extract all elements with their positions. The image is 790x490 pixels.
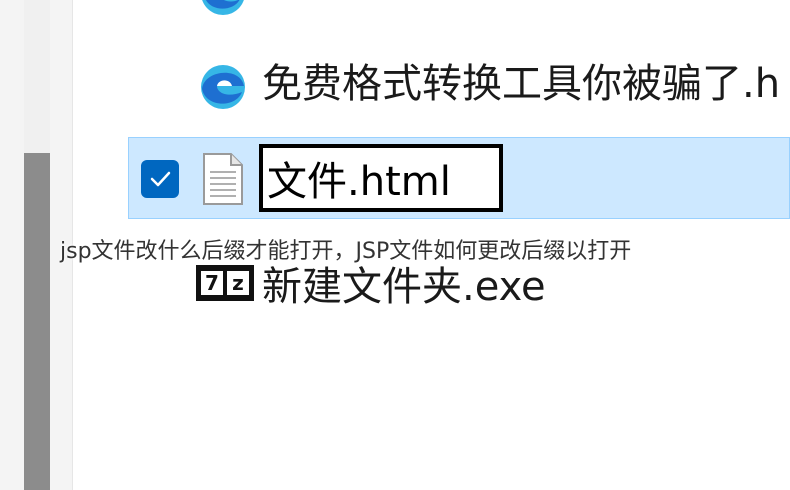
scrollbar-thumb[interactable] bbox=[24, 153, 50, 490]
file-row-selected[interactable] bbox=[128, 137, 790, 219]
text-document-icon bbox=[201, 152, 245, 206]
overlay-caption: jsp文件改什么后缀才能打开，JSP文件如何更改后缀以打开 bbox=[60, 239, 632, 264]
edge-browser-icon bbox=[198, 0, 248, 18]
7z-icon-seven: 7 bbox=[201, 271, 223, 295]
file-row-partial[interactable] bbox=[128, 0, 790, 30]
item-checkbox[interactable] bbox=[141, 160, 179, 198]
edge-browser-icon bbox=[198, 62, 248, 112]
checkmark-icon bbox=[150, 171, 171, 187]
7z-icon-z: z bbox=[227, 271, 249, 295]
7z-archive-icon: 7 z bbox=[196, 265, 254, 301]
rename-input[interactable] bbox=[259, 144, 503, 212]
file-name: 免费格式转换工具你被骗了.h bbox=[262, 61, 781, 107]
file-row-edge-html[interactable]: 免费格式转换工具你被骗了.h bbox=[128, 42, 790, 124]
